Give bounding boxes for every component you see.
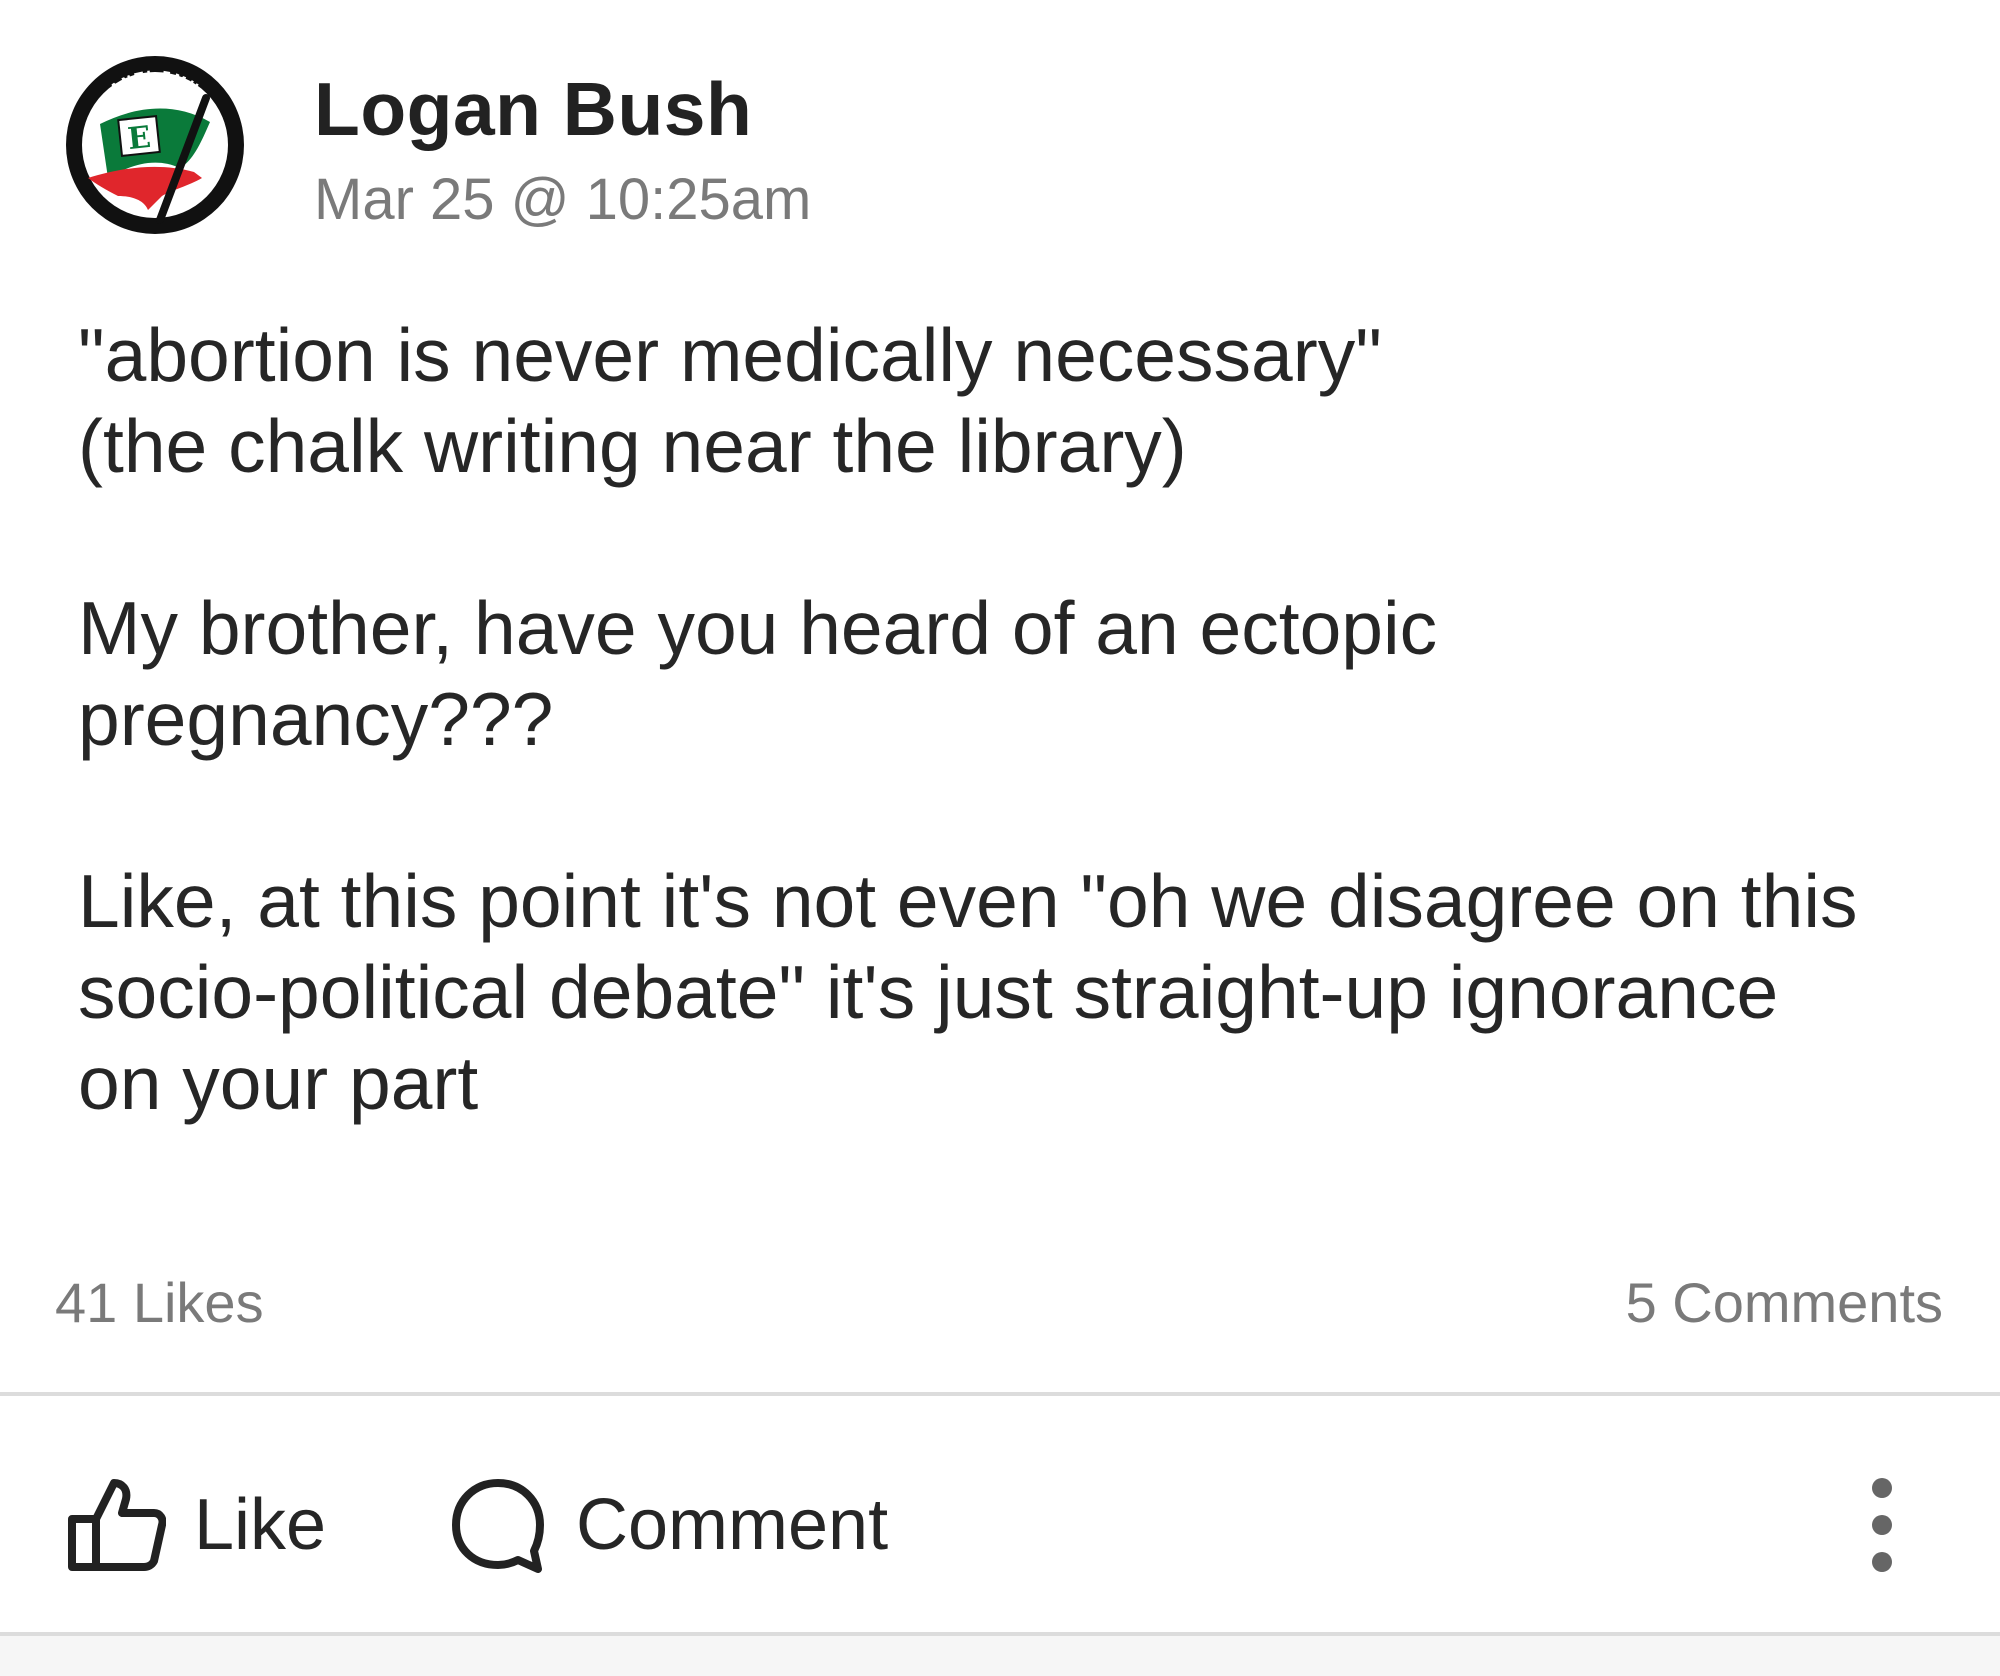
divider-top [0,1392,2000,1396]
thumbs-up-icon [68,1479,166,1571]
comment-button[interactable]: Comment [448,1470,888,1580]
post-paragraph-1: "abortion is never medically necessary" … [78,313,1382,488]
next-post-edge [0,1636,2000,1676]
action-bar: Like Comment [0,1420,2000,1620]
post-header: ANTI-EMU ACTION E Logan Bush Mar 25 @ 10… [62,52,811,242]
post-card: ANTI-EMU ACTION E Logan Bush Mar 25 @ 10… [0,0,2000,1676]
avatar-letter: E [126,120,152,157]
comment-label: Comment [576,1485,889,1565]
likes-count[interactable]: 41 Likes [55,1270,264,1335]
comments-count[interactable]: 5 Comments [1626,1270,1943,1335]
post-paragraph-2: My brother, have you heard of an ectopic… [78,586,1438,761]
post-timestamp[interactable]: Mar 25 @ 10:25am [314,160,811,240]
speech-bubble-icon [452,1479,544,1573]
more-options-icon[interactable] [1852,1470,1912,1580]
author-name[interactable]: Logan Bush [314,64,811,154]
author-block: Logan Bush Mar 25 @ 10:25am [314,64,811,240]
post-body: "abortion is never medically necessary" … [78,310,1958,1129]
post-stats: 41 Likes 5 Comments [55,1262,1943,1342]
like-button[interactable]: Like [66,1470,326,1580]
like-label: Like [194,1485,327,1565]
avatar[interactable]: ANTI-EMU ACTION E [62,52,248,238]
post-paragraph-3: Like, at this point it's not even "oh we… [78,859,1858,1125]
